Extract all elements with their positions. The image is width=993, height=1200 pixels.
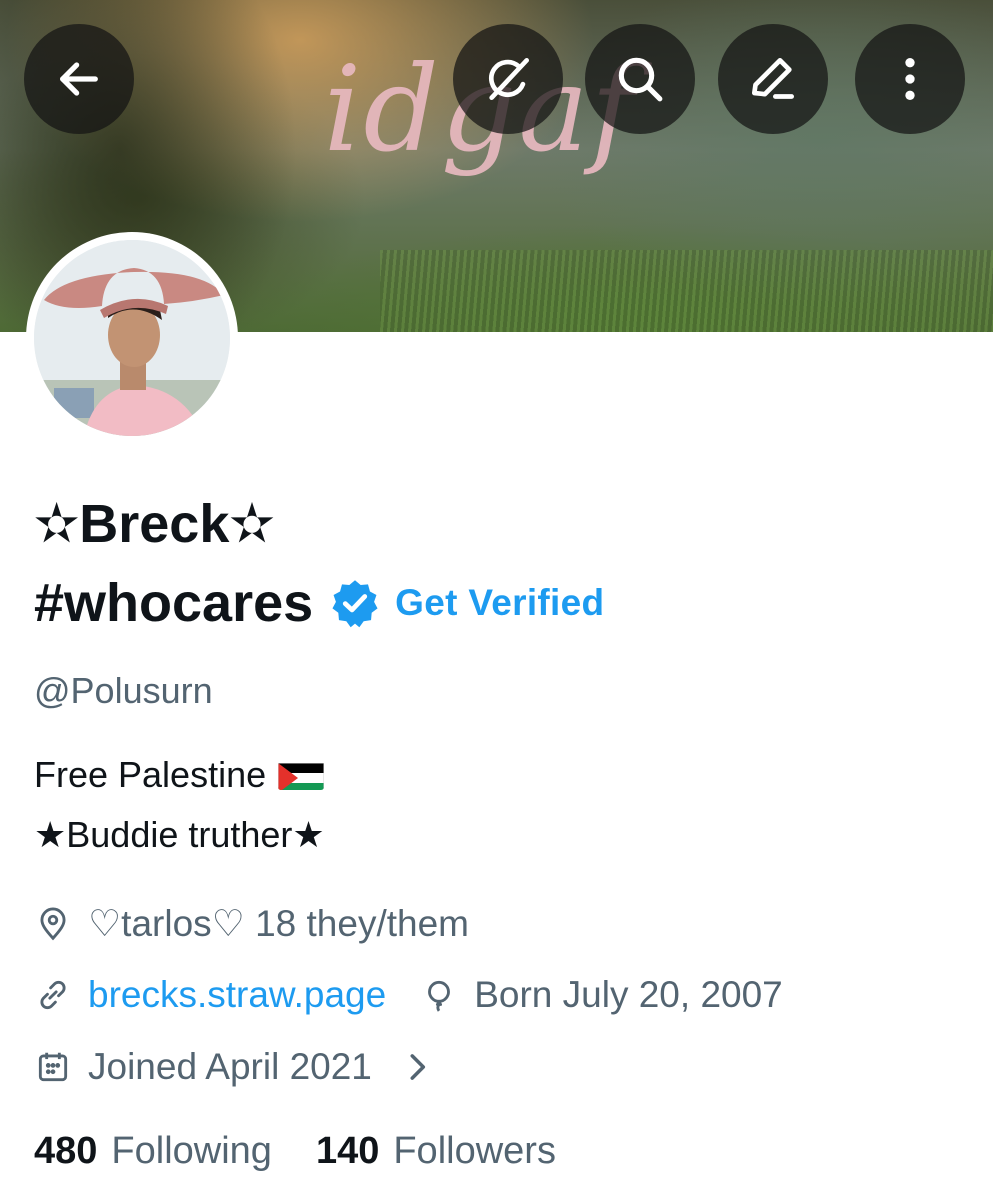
user-handle: @Polusurn	[34, 670, 213, 711]
website-birthday-row: brecks.straw.page Born July 20, 2007	[34, 974, 783, 1016]
joined-row[interactable]: Joined April 2021	[34, 1046, 452, 1088]
bio-line1-row: Free Palestine	[34, 754, 325, 796]
link-icon	[40, 980, 66, 1010]
edit-button[interactable]	[718, 24, 828, 134]
more-vertical-icon	[905, 58, 915, 100]
palestine-flag-icon	[278, 760, 325, 790]
edit-pencil-icon	[752, 58, 794, 99]
location-pin-icon	[40, 907, 66, 940]
bio-line1: Free Palestine	[34, 754, 267, 795]
search-button[interactable]	[585, 24, 695, 134]
following-label: Following	[111, 1130, 272, 1172]
get-verified-link[interactable]: Get Verified	[395, 582, 604, 624]
search-icon	[618, 57, 663, 102]
avatar[interactable]	[26, 232, 238, 444]
location-text: ♡tarlos♡ 18 they/them	[88, 903, 470, 944]
balloon-icon	[428, 980, 451, 1012]
grok-button[interactable]	[453, 24, 563, 134]
verified-badge-icon[interactable]	[329, 577, 381, 629]
follow-stats: 480 Following 140 Followers	[34, 1130, 556, 1173]
following-stat[interactable]: 480 Following	[34, 1130, 272, 1173]
following-count: 480	[34, 1130, 98, 1172]
calendar-icon	[38, 1052, 68, 1082]
followers-count: 140	[315, 1130, 380, 1172]
banner-grass	[380, 250, 993, 332]
followers-stat[interactable]: 140 Followers	[316, 1130, 556, 1173]
back-arrow-icon	[60, 62, 98, 96]
chevron-right-icon	[410, 1054, 425, 1080]
grok-icon	[489, 58, 529, 100]
more-options-button[interactable]	[855, 24, 965, 134]
avatar-illustration	[34, 240, 230, 436]
display-name-line2-row: #whocares Get Verified	[34, 572, 604, 634]
joined-text: Joined April 2021	[88, 1046, 372, 1087]
location-row: ♡tarlos♡ 18 they/them	[34, 902, 469, 945]
bio-line2: ★Buddie truther★	[34, 814, 325, 855]
followers-label: Followers	[393, 1130, 556, 1172]
display-name-line2: #whocares	[34, 573, 314, 633]
display-name-line1: ✫Breck✫	[34, 494, 275, 554]
website-link[interactable]: brecks.straw.page	[88, 974, 386, 1016]
birthday-text: Born July 20, 2007	[474, 974, 783, 1015]
back-button[interactable]	[24, 24, 134, 134]
avatar-photo	[34, 240, 230, 436]
